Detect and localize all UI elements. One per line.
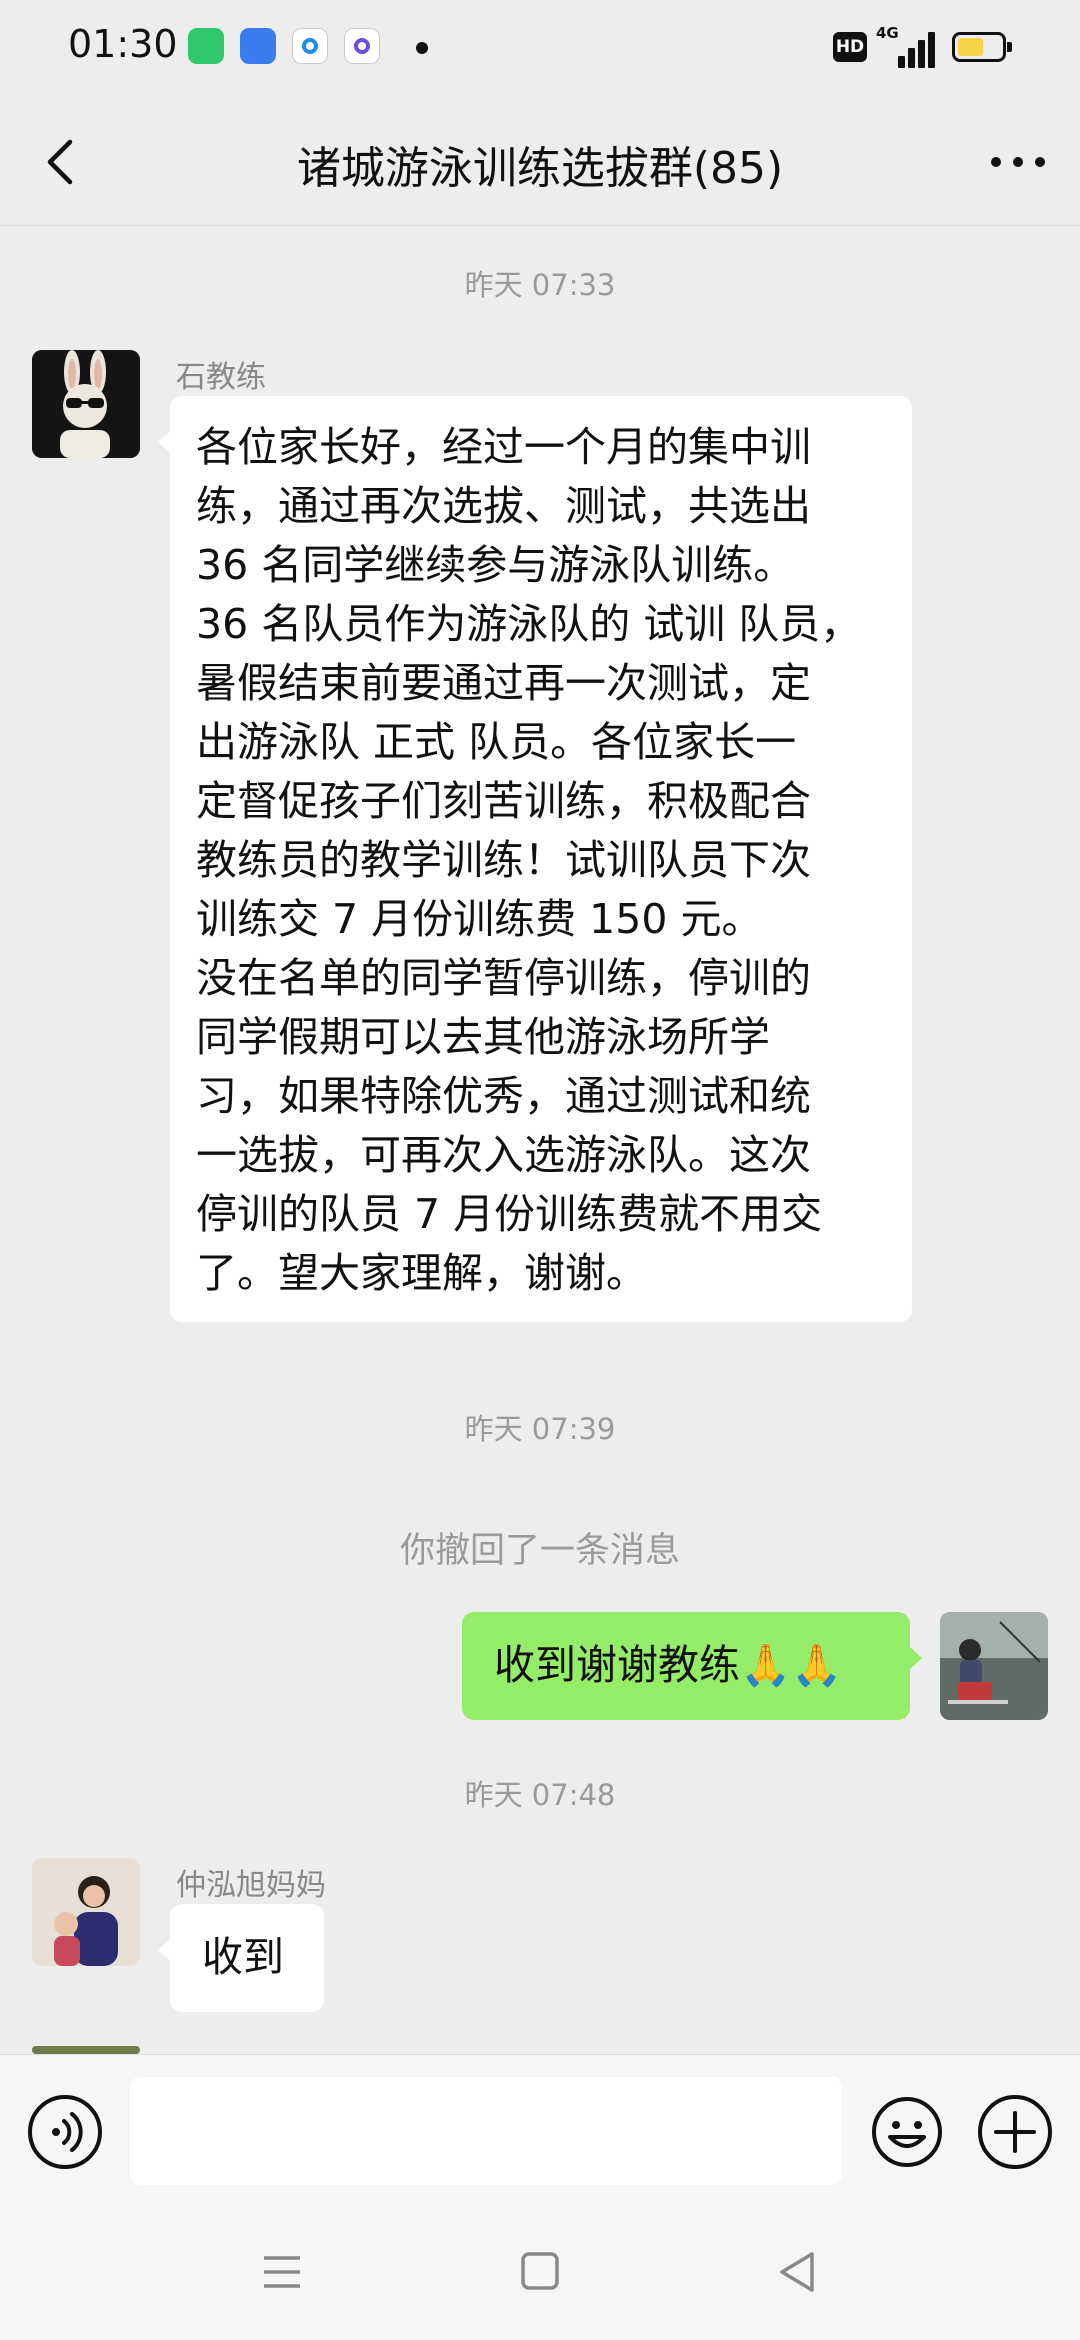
timestamp: 昨天 07:33 <box>464 268 616 302</box>
hd-badge: HD <box>833 32 867 62</box>
self-message-bubble[interactable]: 收到谢谢教练🙏🙏 <box>462 1612 922 1720</box>
avatar[interactable] <box>32 350 140 458</box>
menu-icon <box>264 2256 300 2288</box>
message-line: 36 名队员作为游泳队的 试训 队员， <box>196 600 862 648</box>
purple-app-icon <box>344 28 380 64</box>
message-input[interactable] <box>130 2077 842 2185</box>
message-line: 各位家长好，经过一个月的集中训 <box>196 423 811 471</box>
timestamp: 昨天 07:39 <box>464 1412 616 1446</box>
back-nav-button[interactable] <box>768 2244 828 2300</box>
home-button[interactable] <box>510 2244 570 2300</box>
voice-icon <box>52 2112 83 2152</box>
back-button[interactable] <box>30 130 94 194</box>
message-line: 定督促孩子们刻苦训练，积极配合 <box>196 777 811 825</box>
avatar[interactable] <box>32 2046 140 2054</box>
photo-avatar-icon <box>940 1612 1048 1720</box>
blue-chat-app-icon <box>240 28 276 64</box>
avatar[interactable] <box>32 1858 140 1966</box>
status-time: 01:30 <box>68 22 178 66</box>
emoji-icon <box>872 2097 942 2167</box>
net-type-label: 4G <box>876 24 899 42</box>
chat-header: 诸城游泳训练选拔群(85) <box>0 96 1080 226</box>
notification-dot-icon <box>416 42 428 54</box>
sender-name: 石教练 <box>176 360 266 395</box>
rabbit-avatar-icon <box>32 350 140 458</box>
recall-notice: 你撤回了一条消息 <box>399 1531 680 1571</box>
voice-button[interactable] <box>28 2095 102 2169</box>
message-line: 练，通过再次选拔、测试，共选出 <box>196 482 811 530</box>
menu-button[interactable] <box>252 2244 312 2300</box>
message-bubble[interactable]: 各位家长好，经过一个月的集中训 练，通过再次选拔、测试，共选出 36 名同学继续参与… <box>158 396 912 1322</box>
battery-icon <box>952 32 1012 62</box>
message-line: 了。望大家理解，谢谢。 <box>196 1249 647 1297</box>
message-line: 一选拔，可再次入选游泳队。这次 <box>196 1131 811 1179</box>
timestamp: 昨天 07:48 <box>464 1778 616 1812</box>
more-button[interactable] <box>986 130 1050 194</box>
chevron-left-icon <box>47 139 73 185</box>
more-dots-icon <box>991 157 1045 167</box>
message-bubble[interactable]: 收到 <box>158 1904 324 2012</box>
message-line: 停训的队员 7 月份训练费就不用交 <box>196 1190 823 1238</box>
self-avatar[interactable] <box>940 1612 1048 1720</box>
message-line: 训练交 7 月份训练费 150 元。 <box>196 895 763 943</box>
message-line: 出游泳队 正式 队员。各位家长一 <box>196 718 797 766</box>
battery-level <box>958 38 984 56</box>
mother-child-avatar-icon <box>32 1858 140 1966</box>
plus-button[interactable] <box>978 2095 1052 2169</box>
chat-title: 诸城游泳训练选拔群(85) <box>296 143 784 194</box>
message-line: 教练员的教学训练！试训队员下次 <box>196 836 811 884</box>
message-line: 同学假期可以去其他游泳场所学 <box>196 1013 770 1061</box>
back-triangle-icon <box>780 2252 814 2292</box>
status-bar: 01:30 HD 4G <box>0 0 1080 96</box>
input-bar <box>0 2054 1080 2204</box>
green-app-icon <box>188 28 224 64</box>
signal-icon: 4G <box>876 24 940 68</box>
home-icon <box>521 2252 559 2290</box>
blue-dot-app-icon <box>292 28 328 64</box>
message-text: 收到 <box>202 1933 284 1981</box>
message-text: 收到谢谢教练🙏🙏 <box>494 1641 843 1689</box>
message-line: 暑假结束前要通过再一次测试，定 <box>196 659 811 707</box>
system-nav-bar <box>0 2204 1080 2340</box>
message-text: 各位家长好，经过一个月的集中训 练，通过再次选拔、测试，共选出 36 名同学继续参与… <box>196 418 886 1303</box>
message-line: 36 名同学继续参与游泳队训练。 <box>196 541 795 589</box>
plus-icon <box>994 2111 1036 2153</box>
message-line: 没在名单的同学暂停训练，停训的 <box>196 954 811 1002</box>
message-line: 习，如果特除优秀，通过测试和统 <box>196 1072 811 1120</box>
sender-name: 仲泓旭妈妈 <box>176 1868 326 1903</box>
emoji-button[interactable] <box>870 2095 944 2169</box>
